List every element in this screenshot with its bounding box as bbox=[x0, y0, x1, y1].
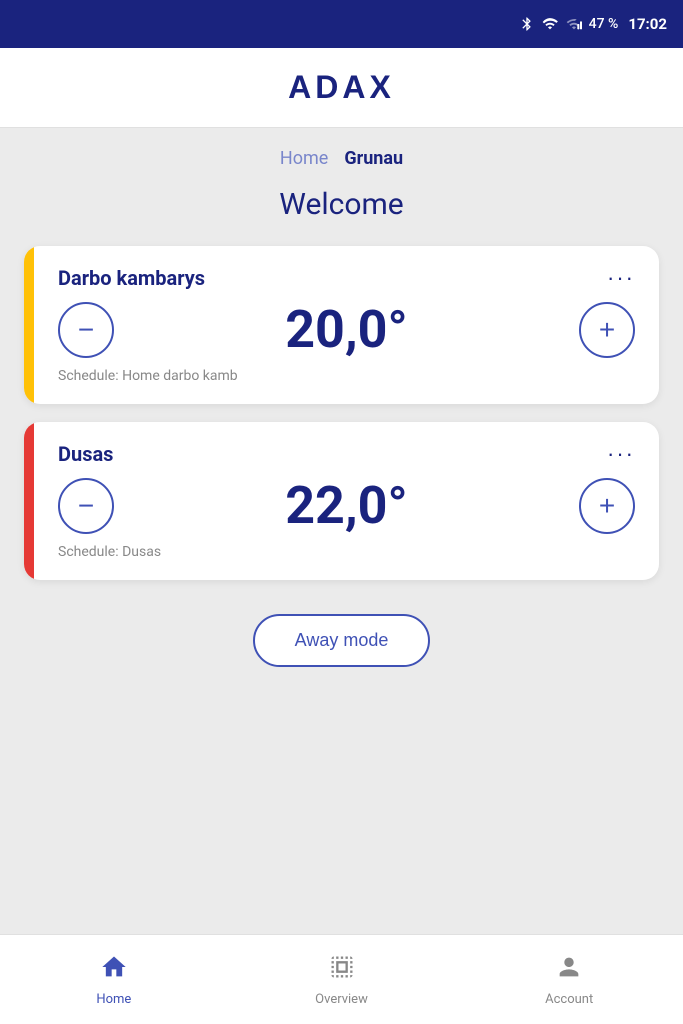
nav-label-overview: Overview bbox=[315, 992, 368, 1007]
status-bar: 47 % 17:02 bbox=[0, 0, 683, 48]
nav-label-account: Account bbox=[545, 992, 593, 1007]
home-icon bbox=[100, 953, 128, 988]
room-name-1: Darbo kambarys bbox=[58, 266, 205, 290]
nav-item-overview[interactable]: Overview bbox=[228, 953, 456, 1007]
room-card-dusas: Dusas ··· − 22,0° + Schedule: Dusas bbox=[24, 422, 659, 580]
room-card-darbo-kambarys: Darbo kambarys ··· − 20,0° + Schedule: H… bbox=[24, 246, 659, 404]
bottom-nav: Home Overview Account bbox=[0, 934, 683, 1024]
welcome-title: Welcome bbox=[279, 187, 403, 222]
bluetooth-icon bbox=[519, 16, 535, 32]
room-name-2: Dusas bbox=[58, 442, 113, 466]
overview-icon bbox=[328, 953, 356, 988]
schedule-label-1: Schedule: Home darbo kamb bbox=[58, 368, 635, 384]
room-menu-button-1[interactable]: ··· bbox=[607, 267, 635, 289]
wifi-icon bbox=[541, 16, 559, 32]
account-icon bbox=[555, 953, 583, 988]
main-content: Home Grunau Welcome Darbo kambarys ··· −… bbox=[0, 128, 683, 934]
nav-item-account[interactable]: Account bbox=[455, 953, 683, 1007]
increase-temp-button-1[interactable]: + bbox=[579, 302, 635, 358]
breadcrumb: Home Grunau bbox=[280, 148, 403, 169]
schedule-label-2: Schedule: Dusas bbox=[58, 544, 635, 560]
app-header: ADAX bbox=[0, 48, 683, 128]
decrease-temp-button-1[interactable]: − bbox=[58, 302, 114, 358]
app-logo: ADAX bbox=[288, 69, 395, 106]
room-controls-2: − 22,0° + bbox=[58, 478, 635, 534]
breadcrumb-home[interactable]: Home bbox=[280, 148, 328, 169]
temperature-display-1: 20,0° bbox=[285, 304, 408, 356]
away-mode-button[interactable]: Away mode bbox=[253, 614, 431, 667]
nav-item-home[interactable]: Home bbox=[0, 953, 228, 1007]
clock: 17:02 bbox=[628, 15, 667, 33]
room-menu-button-2[interactable]: ··· bbox=[607, 443, 635, 465]
temperature-display-2: 22,0° bbox=[285, 480, 408, 532]
breadcrumb-current[interactable]: Grunau bbox=[344, 148, 403, 169]
signal-icon bbox=[565, 16, 583, 32]
increase-temp-button-2[interactable]: + bbox=[579, 478, 635, 534]
nav-label-home: Home bbox=[96, 992, 131, 1007]
room-indicator-yellow bbox=[24, 246, 34, 404]
room-card-header-2: Dusas ··· bbox=[58, 442, 635, 466]
battery-level: 47 % bbox=[589, 16, 619, 32]
room-indicator-orange bbox=[24, 422, 34, 580]
room-controls-1: − 20,0° + bbox=[58, 302, 635, 358]
room-card-header-1: Darbo kambarys ··· bbox=[58, 266, 635, 290]
decrease-temp-button-2[interactable]: − bbox=[58, 478, 114, 534]
status-icons: 47 % 17:02 bbox=[519, 15, 667, 33]
